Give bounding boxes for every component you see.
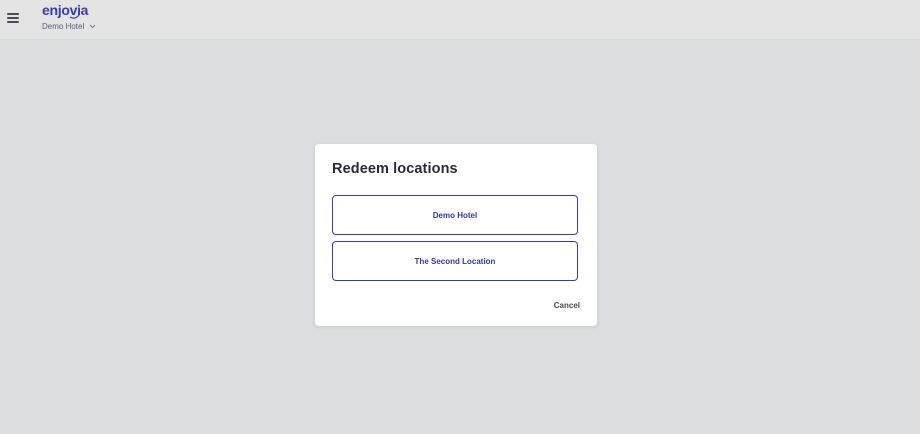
location-button-demo-hotel[interactable]: Demo Hotel <box>332 195 578 235</box>
top-header: enjovia Demo Hotel <box>0 0 920 40</box>
svg-text:enjovia: enjovia <box>42 3 89 18</box>
hotel-selector-label: Demo Hotel <box>42 22 85 31</box>
brand-logo[interactable]: enjovia <box>42 3 96 21</box>
chevron-down-icon <box>89 24 96 29</box>
hotel-selector[interactable]: Demo Hotel <box>42 22 96 31</box>
hamburger-menu-icon[interactable] <box>7 12 20 23</box>
location-button-second-location[interactable]: The Second Location <box>332 241 578 281</box>
cancel-button[interactable]: Cancel <box>554 301 580 310</box>
location-label: The Second Location <box>414 256 496 266</box>
redeem-locations-dialog: Redeem locations Demo Hotel The Second L… <box>315 144 597 326</box>
dialog-title: Redeem locations <box>332 161 458 177</box>
location-label: Demo Hotel <box>432 210 478 220</box>
